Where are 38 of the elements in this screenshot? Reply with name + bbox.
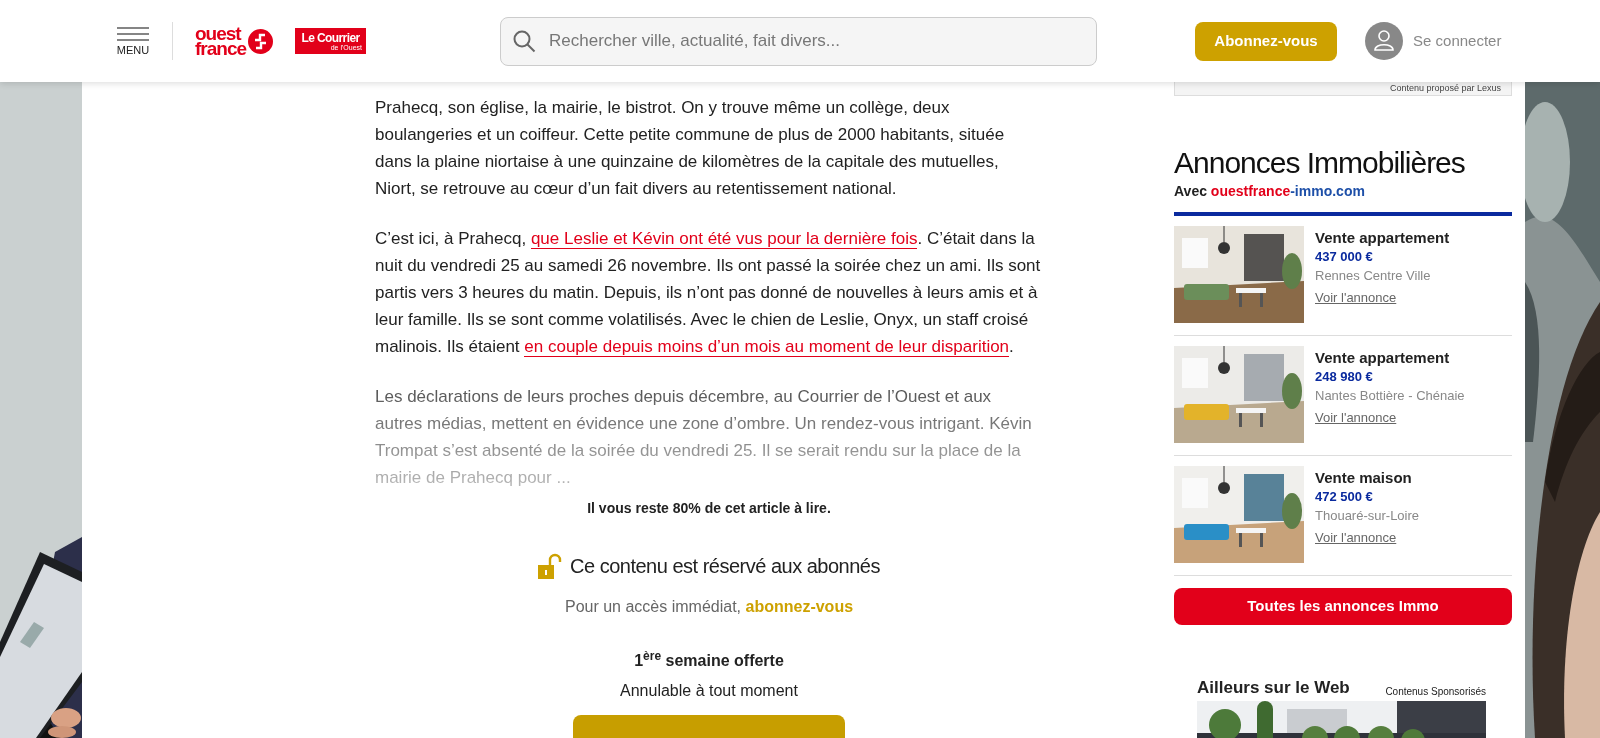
all-listings-button[interactable]: Toutes les annonces Immo — [1174, 588, 1512, 625]
paywall-title: Ce contenu est réservé aux abonnés — [570, 554, 880, 579]
listing-price: 437 000 € — [1315, 248, 1374, 266]
logo-icon[interactable] — [248, 28, 274, 54]
listing-link[interactable]: Voir l'annonce — [1315, 525, 1397, 551]
section-title: Annonces Immobilières — [1174, 145, 1466, 181]
article-link[interactable]: en couple depuis moins d’un mois au moment de leur disparition — [524, 337, 1010, 357]
menu-icon — [117, 26, 149, 42]
listing-price: 472 500 € — [1315, 488, 1374, 506]
avatar-icon[interactable] — [1365, 22, 1404, 60]
section-title: Ailleurs sur le Web — [1197, 677, 1350, 699]
source-line: Avec ouestfrance-immo.com — [1174, 182, 1366, 201]
cancel-note: Annulable à tout moment — [619, 681, 799, 701]
access-text: Pour un accès immédiat, abonnez-vous — [563, 597, 855, 617]
listing-location: Thouaré-sur-Loire — [1315, 507, 1420, 525]
logo-text: Le Courrier — [301, 31, 360, 44]
search-field[interactable]: Rechercher ville, actualité, fait divers... — [500, 16, 1098, 66]
listing-link[interactable]: Voir l'annonce — [1315, 285, 1397, 311]
listing-title: Vente maison — [1315, 468, 1413, 487]
listing-location: Nantes Bottière - Chénaie — [1315, 387, 1465, 405]
listing-title: Vente appartement — [1315, 228, 1450, 247]
article-paragraph: Les déclarations de leurs proches depuis décembre, au Courrier de l’Ouest et aux autres médias, mettent en évidence une zone d’ombre. Un rendez-vous intrigant. Kévin Trompat s’est absenté de la soirée du vendredi 25. Il se serait rendu sur la place de la mairie de Prahecq pour ... — [375, 386, 1033, 489]
menu-button[interactable]: MENU — [116, 26, 150, 56]
article-paragraph: Prahecq, son église, la mairie, le bistrot. On y trouve même un collège, deux boulangeries et un coiffeur. Cette petite commune de plus de 2000 habitants, située dans la plaine niortaise à une quinzaine de kilomètres de la capitale des mutuelles, Niort, se retrouve au cœur d’un fait divers au retentissement national. — [375, 97, 1006, 200]
offer-text: 1$^{ère}$ semaine offerte — [633, 649, 785, 671]
listing-location: Rennes Centre Ville — [1315, 267, 1432, 285]
listing-price: 248 980 € — [1315, 368, 1374, 386]
article-link[interactable]: que Leslie et Kévin ont été vus pour la dernière fois — [530, 229, 918, 249]
sponsored-label: Contenus Sponsorisés — [1385, 684, 1486, 699]
remaining-notice: Il vous reste 80% de cet article à lire. — [586, 499, 832, 517]
listing-link[interactable]: Voir l'annonce — [1315, 405, 1397, 431]
article-paragraph: C’est ici, à Prahecq, que Leslie et Kévin ont été vus pour la dernière fois. C’était dans la nuit du vendredi 25 au samedi 26 novembre. Ils ont passé la soirée chez un ami. Ils sont partis vers 3 heures du matin. Depuis, ils n’ont pas donné de nouvelles à leurs amis et à leur famille. Ils se sont comme volatilisés. Avec le chien de Leslie, Onyx, un staff croisé malinois. Ils étaient en couple depuis moins d’un mois au moment de leur disparition. — [375, 228, 1042, 359]
login-link[interactable]: Se connecter — [1413, 29, 1502, 53]
search-icon — [512, 28, 537, 53]
logo-text[interactable]: france — [195, 41, 247, 56]
logo-text[interactable]: ouest — [195, 26, 247, 41]
sponsor-note: Contenu proposé par Lexus — [1174, 82, 1512, 96]
listing-title: Vente appartement — [1315, 348, 1451, 367]
